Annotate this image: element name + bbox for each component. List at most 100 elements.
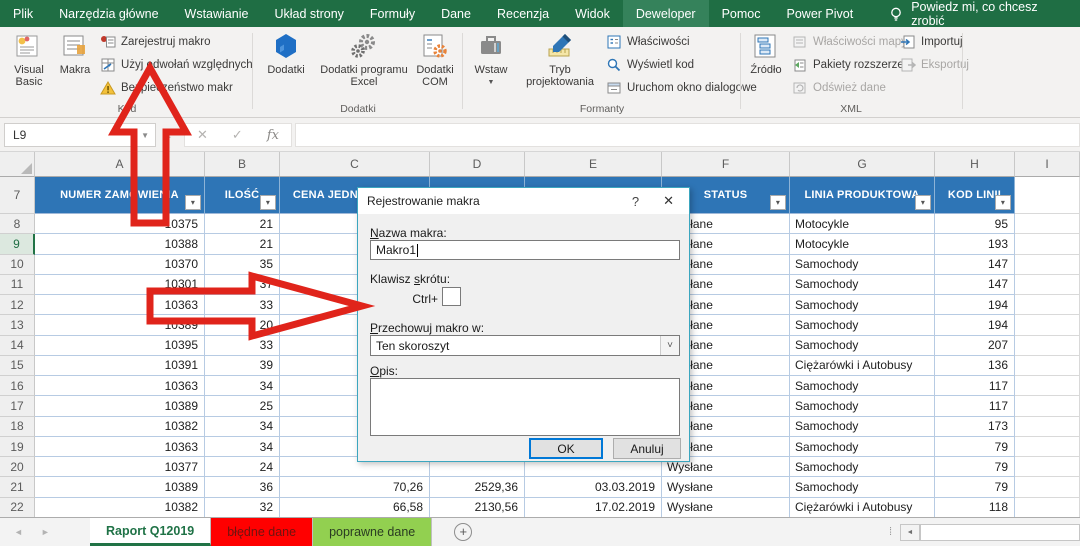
- cell-empty[interactable]: [1015, 396, 1080, 416]
- cell-empty[interactable]: [1015, 214, 1080, 234]
- cell-linia[interactable]: Samochody: [790, 315, 935, 335]
- makra-button[interactable]: Makra: [54, 31, 96, 76]
- cell-numer[interactable]: 10388: [35, 234, 205, 254]
- pakiety-rozszerzen-button[interactable]: Pakiety rozszerzeń: [792, 57, 910, 73]
- cell-linia[interactable]: Samochody: [790, 457, 935, 477]
- enter-entry-icon[interactable]: ✓: [232, 127, 243, 143]
- sheet-nav-right-icon[interactable]: ►: [41, 527, 50, 537]
- dialog-close-button[interactable]: ✕: [653, 193, 680, 209]
- cell-ilosc[interactable]: 34: [205, 417, 280, 437]
- filter-button[interactable]: ▾: [995, 195, 1011, 210]
- cell-empty[interactable]: [1015, 417, 1080, 437]
- header-ilosc[interactable]: ILOŚĆ ▾: [205, 177, 280, 214]
- cancel-button[interactable]: Anuluj: [613, 438, 681, 459]
- ribbon-tab[interactable]: Wstawianie: [172, 0, 262, 27]
- cell-status[interactable]: Wysłane: [662, 477, 790, 497]
- dodatki-button[interactable]: Dodatki: [258, 31, 314, 76]
- formula-input[interactable]: [295, 123, 1080, 147]
- cell-ilosc[interactable]: 34: [205, 437, 280, 457]
- ribbon-tab[interactable]: Widok: [562, 0, 623, 27]
- cell-ilosc[interactable]: 33: [205, 295, 280, 315]
- column-header[interactable]: D: [430, 152, 525, 177]
- dialog-title-bar[interactable]: Rejestrowanie makra ? ✕: [358, 188, 689, 214]
- header-i-empty[interactable]: [1015, 177, 1080, 214]
- cell-linia[interactable]: Ciężarówki i Autobusy: [790, 498, 935, 518]
- cell-empty[interactable]: [1015, 477, 1080, 497]
- cell-kod[interactable]: 173: [935, 417, 1015, 437]
- wlasciwosci-button[interactable]: Właściwości: [606, 34, 757, 50]
- cell-numer[interactable]: 10370: [35, 255, 205, 275]
- visual-basic-button[interactable]: Visual Basic: [6, 31, 52, 88]
- cell-linia[interactable]: Samochody: [790, 396, 935, 416]
- cell-numer[interactable]: 10377: [35, 457, 205, 477]
- cell-wartosc[interactable]: 2130,56: [430, 498, 525, 518]
- cell-data[interactable]: 17.02.2019: [525, 498, 662, 518]
- sheet-tab[interactable]: poprawne dane: [313, 518, 432, 546]
- ribbon-tab[interactable]: Plik: [0, 0, 46, 27]
- cell-ilosc[interactable]: 21: [205, 234, 280, 254]
- ribbon-tab[interactable]: Pomoc: [709, 0, 774, 27]
- cell-kod[interactable]: 193: [935, 234, 1015, 254]
- cell-ilosc[interactable]: 39: [205, 356, 280, 376]
- ribbon-tab[interactable]: Formuły: [357, 0, 428, 27]
- cell-empty[interactable]: [1015, 356, 1080, 376]
- cell-kod[interactable]: 207: [935, 336, 1015, 356]
- ribbon-tab[interactable]: Układ strony: [261, 0, 356, 27]
- cell-linia[interactable]: Samochody: [790, 417, 935, 437]
- column-header[interactable]: A: [35, 152, 205, 177]
- cell-empty[interactable]: [1015, 376, 1080, 396]
- sheet-nav-left-icon[interactable]: ◄: [14, 527, 23, 537]
- cell-status[interactable]: Wysłane: [662, 498, 790, 518]
- cell-data[interactable]: 03.03.2019: [525, 477, 662, 497]
- filter-button[interactable]: ▾: [770, 195, 786, 210]
- name-box-dropdown-icon[interactable]: ▼: [141, 131, 149, 140]
- wyswietl-kod-button[interactable]: Wyświetl kod: [606, 57, 757, 73]
- row-header[interactable]: 11: [0, 275, 35, 295]
- cell-kod[interactable]: 117: [935, 376, 1015, 396]
- column-header[interactable]: G: [790, 152, 935, 177]
- column-header[interactable]: E: [525, 152, 662, 177]
- scroll-left-button[interactable]: ◄: [900, 524, 920, 541]
- ribbon-tab[interactable]: Power Pivot: [774, 0, 867, 27]
- cell-wartosc[interactable]: 2529,36: [430, 477, 525, 497]
- cell-kod[interactable]: 79: [935, 457, 1015, 477]
- cell-ilosc[interactable]: 36: [205, 477, 280, 497]
- tell-me[interactable]: Powiedz mi, co chcesz zrobić: [878, 0, 1080, 27]
- dodatki-excel-button[interactable]: Dodatki programu Excel: [318, 31, 410, 88]
- column-header[interactable]: I: [1015, 152, 1080, 177]
- select-all-corner[interactable]: [0, 152, 35, 177]
- cell-empty[interactable]: [1015, 437, 1080, 457]
- dodatki-com-button[interactable]: Dodatki COM: [412, 31, 458, 88]
- cell-linia[interactable]: Samochody: [790, 295, 935, 315]
- cell-numer[interactable]: 10382: [35, 498, 205, 518]
- ribbon-tab[interactable]: Recenzja: [484, 0, 562, 27]
- cell-cena[interactable]: 66,58: [280, 498, 430, 518]
- row-header[interactable]: 8: [0, 214, 35, 234]
- row-header[interactable]: 21: [0, 477, 35, 497]
- bezpieczenstwo-makr-button[interactable]: Bezpieczeństwo makr: [100, 80, 253, 96]
- cell-ilosc[interactable]: 32: [205, 498, 280, 518]
- column-header[interactable]: B: [205, 152, 280, 177]
- cell-linia[interactable]: Samochody: [790, 477, 935, 497]
- cell-kod[interactable]: 95: [935, 214, 1015, 234]
- cell-linia[interactable]: Samochody: [790, 437, 935, 457]
- name-box[interactable]: L9 ▼: [4, 123, 156, 147]
- cell-empty[interactable]: [1015, 457, 1080, 477]
- cell-linia[interactable]: Ciężarówki i Autobusy: [790, 356, 935, 376]
- cell-ilosc[interactable]: 34: [205, 376, 280, 396]
- row-header[interactable]: 20: [0, 457, 35, 477]
- zrodlo-button[interactable]: Źródło: [744, 31, 788, 76]
- cell-linia[interactable]: Samochody: [790, 376, 935, 396]
- cell-numer[interactable]: 10301: [35, 275, 205, 295]
- zarejestruj-makro-button[interactable]: Zarejestruj makro: [100, 34, 253, 50]
- horizontal-scrollbar[interactable]: [920, 524, 1080, 541]
- tryb-projektowania-button[interactable]: Tryb projektowania: [518, 31, 602, 88]
- odwolania-wzgledne-button[interactable]: Użyj odwołań względnych: [100, 57, 253, 73]
- ribbon-tab[interactable]: Narzędzia główne: [46, 0, 171, 27]
- cell-ilosc[interactable]: 33: [205, 336, 280, 356]
- header-kod-linii[interactable]: KOD LINII ▾: [935, 177, 1015, 214]
- dialog-help-button[interactable]: ?: [618, 194, 653, 209]
- column-header[interactable]: C: [280, 152, 430, 177]
- header-linia-produktowa[interactable]: LINIA PRODUKTOWA ▾: [790, 177, 935, 214]
- filter-button[interactable]: ▾: [260, 195, 276, 210]
